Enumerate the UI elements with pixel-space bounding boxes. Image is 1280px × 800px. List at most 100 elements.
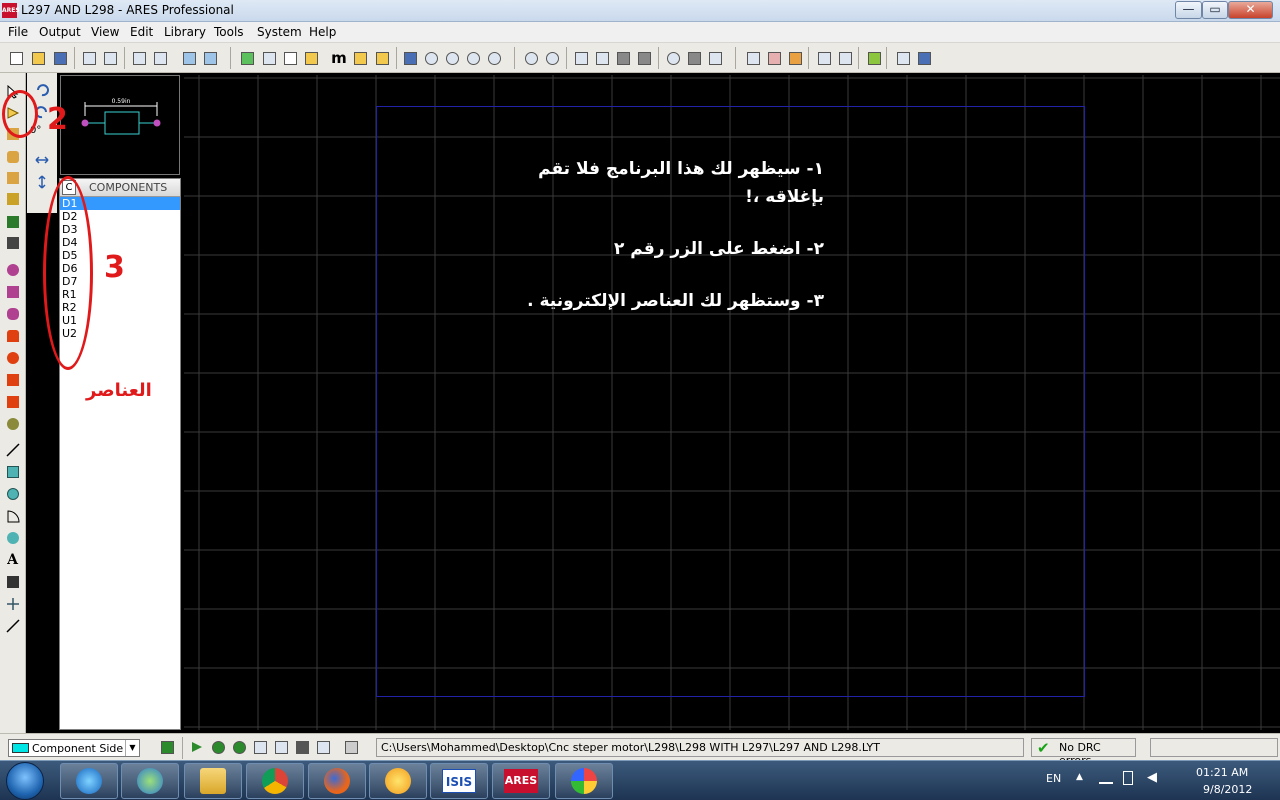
edge-pad-icon[interactable] bbox=[4, 327, 21, 344]
menu-library[interactable]: Library bbox=[164, 25, 206, 39]
square-pad-icon[interactable] bbox=[4, 283, 21, 300]
start-button[interactable] bbox=[6, 762, 44, 800]
flip-icon[interactable] bbox=[260, 49, 278, 67]
snap-icon[interactable] bbox=[302, 49, 320, 67]
taskbar-internet-explorer[interactable] bbox=[60, 763, 118, 799]
rectangular-smt-pad-icon[interactable] bbox=[4, 371, 21, 388]
ratsnest-icon[interactable] bbox=[765, 49, 783, 67]
rotate-clockwise-icon[interactable] bbox=[33, 81, 50, 98]
decompose-icon[interactable] bbox=[706, 49, 724, 67]
line-tool-icon[interactable] bbox=[4, 441, 21, 458]
snap-status-icon[interactable] bbox=[342, 738, 360, 756]
zoom-in-icon[interactable] bbox=[422, 49, 440, 67]
block-rotate-icon[interactable] bbox=[614, 49, 632, 67]
taskbar-firefox[interactable] bbox=[308, 763, 366, 799]
dimension-tool-icon[interactable] bbox=[4, 617, 21, 634]
menu-tools[interactable]: Tools bbox=[214, 25, 244, 39]
taskbar-chrome[interactable] bbox=[246, 763, 304, 799]
mirror-vertical-icon[interactable] bbox=[33, 173, 50, 190]
force-vector-icon[interactable] bbox=[786, 49, 804, 67]
padstack-icon[interactable] bbox=[4, 415, 21, 432]
text-tool-icon[interactable]: A bbox=[4, 551, 21, 568]
zone-mode-icon[interactable] bbox=[4, 190, 21, 207]
import-icon[interactable] bbox=[80, 49, 98, 67]
grid-icon[interactable] bbox=[281, 49, 299, 67]
taskbar-ares[interactable]: ARES bbox=[492, 763, 550, 799]
block-move-icon[interactable] bbox=[593, 49, 611, 67]
symbol-tool-icon[interactable] bbox=[4, 573, 21, 590]
menu-output[interactable]: Output bbox=[39, 25, 81, 39]
zoom-all-icon[interactable] bbox=[464, 49, 482, 67]
via-mode-icon[interactable] bbox=[4, 169, 21, 186]
block-copy-icon[interactable] bbox=[572, 49, 590, 67]
circular-smt-pad-icon[interactable] bbox=[4, 349, 21, 366]
layer-selector[interactable]: Component Side ▼ bbox=[8, 739, 140, 757]
connectivity-mode-icon[interactable] bbox=[4, 234, 21, 251]
menu-system[interactable]: System bbox=[257, 25, 302, 39]
print-area-icon[interactable] bbox=[151, 49, 169, 67]
package-icon[interactable] bbox=[201, 49, 219, 67]
taskbar-messenger[interactable] bbox=[121, 763, 179, 799]
dil-pad-icon[interactable] bbox=[4, 305, 21, 322]
gateswap-icon[interactable] bbox=[915, 49, 933, 67]
tee-icon[interactable] bbox=[293, 738, 311, 756]
redo-icon[interactable] bbox=[543, 49, 561, 67]
language-indicator[interactable]: EN bbox=[1046, 772, 1061, 785]
circle-tool-icon[interactable] bbox=[4, 485, 21, 502]
close-button[interactable]: ✕ bbox=[1228, 1, 1273, 19]
polygonal-pad-icon[interactable] bbox=[4, 393, 21, 410]
ratsnest-status-icon[interactable] bbox=[314, 738, 332, 756]
clock-time[interactable]: 01:21 AM bbox=[1196, 766, 1248, 779]
pan-icon[interactable] bbox=[401, 49, 419, 67]
play-icon[interactable] bbox=[188, 738, 206, 756]
metric-toggle-icon[interactable]: m bbox=[330, 49, 348, 67]
menu-file[interactable]: File bbox=[8, 25, 28, 39]
tidy-icon[interactable] bbox=[836, 49, 854, 67]
editing-canvas[interactable]: ١- سيظهر لك هذا البرنامج فلا تقم بإغلاقه… bbox=[184, 75, 1280, 730]
origin-icon[interactable] bbox=[351, 49, 369, 67]
track-icon[interactable] bbox=[251, 738, 269, 756]
save-icon[interactable] bbox=[51, 49, 69, 67]
library-pick-icon[interactable] bbox=[180, 49, 198, 67]
menu-edit[interactable]: Edit bbox=[130, 25, 153, 39]
network-icon[interactable] bbox=[1099, 772, 1113, 784]
redraw-icon[interactable] bbox=[238, 49, 256, 67]
box-tool-icon[interactable] bbox=[4, 463, 21, 480]
mirror-horizontal-icon[interactable] bbox=[33, 151, 50, 168]
export-icon[interactable] bbox=[101, 49, 119, 67]
taskbar-isis[interactable]: ISIS bbox=[430, 763, 488, 799]
binoculars-icon[interactable] bbox=[815, 49, 833, 67]
arc-tool-icon[interactable] bbox=[4, 507, 21, 524]
route-icon[interactable] bbox=[209, 738, 227, 756]
taskbar-explorer[interactable] bbox=[184, 763, 242, 799]
connector-icon[interactable] bbox=[272, 738, 290, 756]
round-pad-icon[interactable] bbox=[4, 261, 21, 278]
block-delete-icon[interactable] bbox=[635, 49, 653, 67]
connectivity-icon[interactable] bbox=[744, 49, 762, 67]
autoroute-icon[interactable] bbox=[865, 49, 883, 67]
menu-help[interactable]: Help bbox=[309, 25, 336, 39]
via-icon[interactable] bbox=[230, 738, 248, 756]
minimize-button[interactable]: — bbox=[1175, 1, 1202, 19]
layers-icon[interactable] bbox=[158, 738, 176, 756]
false-origin-icon[interactable] bbox=[373, 49, 391, 67]
taskbar-paltalk[interactable] bbox=[369, 763, 427, 799]
marker-tool-icon[interactable] bbox=[4, 595, 21, 612]
open-folder-icon[interactable] bbox=[29, 49, 47, 67]
volume-icon[interactable]: ◀ bbox=[1147, 770, 1157, 785]
zoom-area-icon[interactable] bbox=[485, 49, 503, 67]
print-icon[interactable] bbox=[130, 49, 148, 67]
clock-date[interactable]: 9/8/2012 bbox=[1203, 783, 1252, 796]
make-package-icon[interactable] bbox=[685, 49, 703, 67]
zoom-out-icon[interactable] bbox=[443, 49, 461, 67]
menu-view[interactable]: View bbox=[91, 25, 119, 39]
track-mode-icon[interactable] bbox=[4, 148, 21, 165]
new-file-icon[interactable] bbox=[7, 49, 25, 67]
show-hidden-icons-icon[interactable]: ▲ bbox=[1076, 772, 1083, 782]
undo-icon[interactable] bbox=[522, 49, 540, 67]
taskbar-paint[interactable] bbox=[555, 763, 613, 799]
search-icon[interactable] bbox=[664, 49, 682, 67]
drc-status[interactable]: ✔ No DRC errors bbox=[1031, 738, 1136, 767]
ratsnest-mode-icon[interactable] bbox=[4, 213, 21, 230]
action-center-icon[interactable] bbox=[1123, 771, 1133, 785]
